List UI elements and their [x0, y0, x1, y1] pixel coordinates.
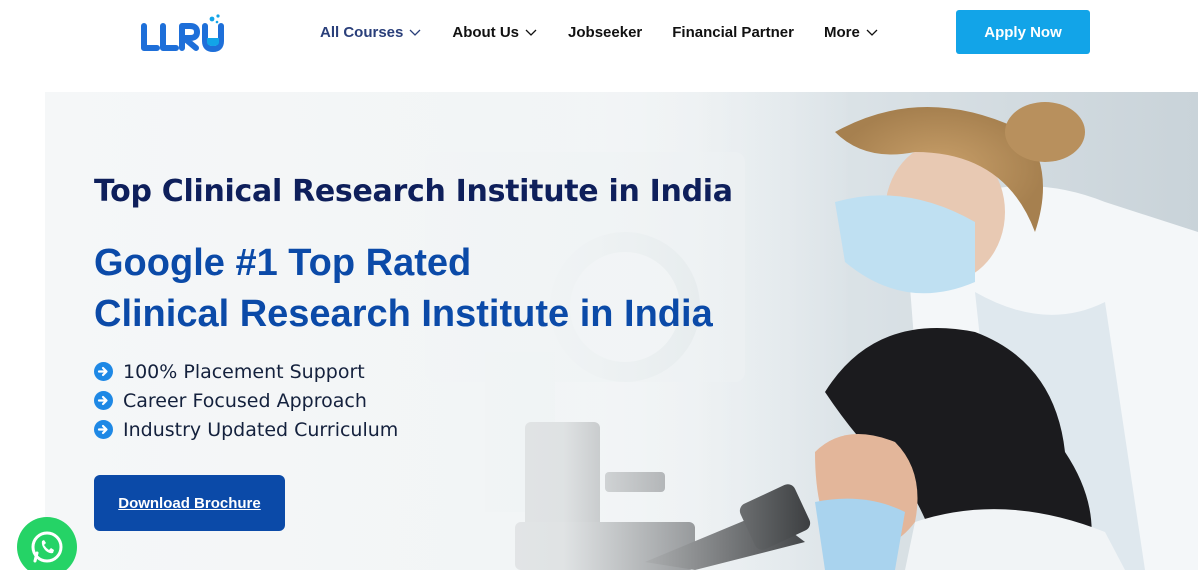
nav-about-us-label: About Us [452, 23, 520, 41]
nav-all-courses[interactable]: All Courses [320, 24, 422, 41]
feature-item: Industry Updated Curriculum [94, 415, 398, 444]
arrow-circle-right-icon [94, 420, 113, 439]
hero-headline: Google #1 Top Rated Clinical Research In… [94, 238, 713, 340]
nav-about-us[interactable]: About Us [452, 24, 538, 41]
apply-now-button[interactable]: Apply Now [956, 10, 1090, 54]
chevron-down-icon [524, 25, 538, 39]
feature-text: 100% Placement Support [123, 360, 365, 383]
feature-item: 100% Placement Support [94, 357, 398, 386]
nav-financial-partner[interactable]: Financial Partner [672, 24, 794, 41]
nav-more[interactable]: More [824, 24, 879, 41]
nav-more-label: More [823, 23, 860, 41]
hero-subtitle: Top Clinical Research Institute in India [94, 174, 733, 209]
arrow-circle-right-icon [94, 362, 113, 381]
feature-text: Industry Updated Curriculum [123, 418, 399, 441]
nav-all-courses-label: All Courses [320, 23, 404, 41]
download-brochure-button[interactable]: Download Brochure [94, 475, 285, 531]
feature-list: 100% Placement Support Career Focused Ap… [94, 357, 398, 444]
feature-text: Career Focused Approach [123, 389, 367, 412]
hero-headline-line2: Clinical Research Institute in India [94, 293, 713, 335]
arrow-circle-right-icon [94, 391, 113, 410]
nav-jobseeker-label: Jobseeker [568, 23, 643, 41]
chevron-down-icon [408, 25, 422, 39]
nav-financial-partner-label: Financial Partner [672, 23, 794, 41]
site-header: All Courses About Us Jobseeker Financial… [0, 0, 1198, 92]
main-nav: All Courses About Us Jobseeker Financial… [320, 22, 909, 42]
hero-headline-line1: Google #1 Top Rated [94, 242, 472, 284]
nav-jobseeker[interactable]: Jobseeker [568, 24, 642, 41]
feature-item: Career Focused Approach [94, 386, 398, 415]
whatsapp-chat-button[interactable] [17, 517, 77, 570]
chevron-down-icon [865, 25, 879, 39]
site-logo[interactable] [140, 12, 230, 56]
whatsapp-icon [29, 529, 65, 565]
